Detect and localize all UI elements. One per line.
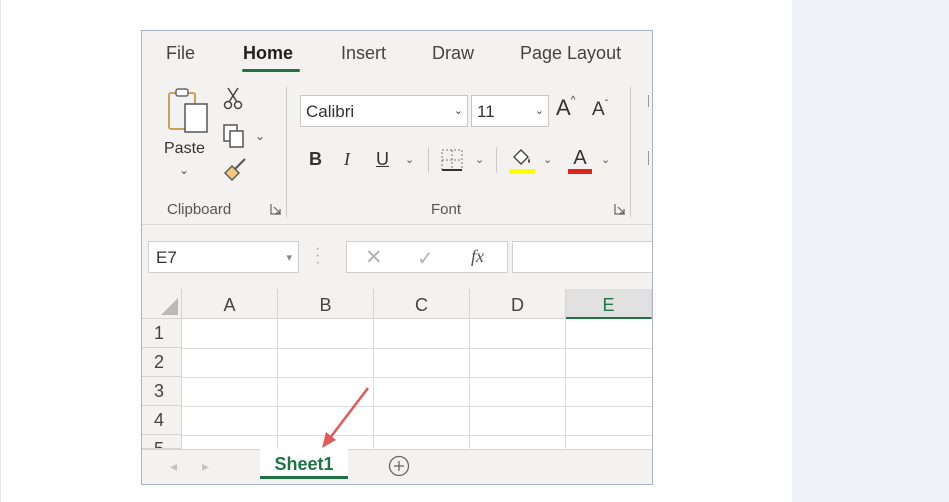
name-box-value: E7 — [156, 248, 177, 267]
group-separator — [286, 87, 287, 217]
side-panel — [792, 0, 949, 502]
paste-chevron-icon[interactable]: ⌄ — [179, 163, 189, 177]
next-sheet-icon[interactable]: ▸ — [202, 458, 209, 475]
row-header[interactable]: 2 — [142, 348, 182, 377]
font-color-icon[interactable]: A — [567, 145, 593, 175]
column-header-selected[interactable]: E — [566, 289, 652, 319]
fill-color-chevron-icon[interactable]: ⌄ — [543, 153, 552, 166]
font-color-chevron-icon[interactable]: ⌄ — [601, 153, 610, 166]
name-box-chevron-icon[interactable]: ▾ — [286, 251, 292, 264]
column-header[interactable]: C — [374, 289, 470, 319]
font-name-select[interactable]: Calibri ⌄ — [300, 95, 468, 127]
increase-font-size-icon[interactable]: A^ — [556, 95, 575, 121]
ribbon-bottom-border — [142, 224, 652, 225]
group-separator — [428, 147, 429, 173]
tab-home[interactable]: Home — [243, 43, 293, 64]
paste-button-label[interactable]: Paste — [164, 140, 205, 158]
formula-input[interactable] — [512, 241, 652, 273]
copy-icon[interactable] — [222, 123, 246, 149]
format-painter-icon[interactable] — [222, 157, 248, 183]
font-dialog-launcher-icon[interactable] — [614, 203, 626, 215]
worksheet-grid[interactable]: A B C D E 1 2 3 4 5 — [142, 289, 652, 449]
page-left-border — [0, 0, 1, 502]
alignment-group-edge — [648, 95, 649, 107]
italic-button[interactable]: I — [344, 149, 350, 170]
grid-line — [469, 319, 470, 449]
clipboard-group-label: Clipboard — [167, 201, 232, 218]
row-header[interactable]: 1 — [142, 319, 182, 348]
sheet-tab-active[interactable]: Sheet1 — [260, 449, 348, 479]
grid-line — [182, 435, 652, 436]
underline-chevron-icon[interactable]: ⌄ — [405, 153, 414, 166]
font-group-label: Font — [431, 201, 462, 218]
fill-color-icon[interactable] — [508, 145, 536, 175]
tab-page-layout[interactable]: Page Layout — [520, 43, 621, 64]
enter-entry-icon[interactable]: ✓ — [417, 246, 434, 271]
font-size-select[interactable]: 11 ⌄ — [471, 95, 549, 127]
active-tab-indicator — [242, 69, 300, 72]
decrease-font-size-icon[interactable]: Aˇ — [592, 99, 608, 121]
cut-icon[interactable] — [222, 86, 244, 110]
grid-line — [182, 348, 652, 349]
copy-chevron-icon[interactable]: ⌄ — [255, 129, 265, 143]
cancel-entry-icon[interactable]: ✕ — [365, 245, 383, 270]
font-name-chevron-icon[interactable]: ⌄ — [454, 104, 463, 117]
sheet-tab-bar: ◂ ▸ Sheet1 — [142, 449, 652, 484]
alignment-group-edge — [648, 151, 649, 165]
excel-window: File Home Insert Draw Page Layout Paste … — [141, 30, 653, 485]
select-all-icon — [161, 298, 178, 315]
name-box[interactable]: E7 ▾ — [148, 241, 299, 273]
paste-icon[interactable] — [166, 87, 212, 135]
column-header[interactable]: B — [278, 289, 374, 319]
group-separator — [496, 147, 497, 173]
formula-bar-buttons: ✕ ✓ fx — [346, 241, 508, 273]
font-size-value: 11 — [477, 102, 495, 121]
grid-line — [373, 319, 374, 449]
group-separator — [630, 87, 631, 217]
add-sheet-icon[interactable] — [388, 455, 410, 477]
grid-line — [565, 319, 566, 449]
svg-text:A: A — [573, 147, 587, 169]
underline-button[interactable]: U — [376, 149, 389, 170]
tab-draw[interactable]: Draw — [432, 43, 474, 64]
row-header[interactable]: 3 — [142, 377, 182, 406]
row-header[interactable]: 5 — [142, 435, 182, 449]
font-size-chevron-icon[interactable]: ⌄ — [535, 104, 544, 117]
formula-bar-grip-icon[interactable]: · · · — [315, 241, 320, 271]
previous-sheet-icon[interactable]: ◂ — [170, 458, 177, 475]
grid-line — [182, 406, 652, 407]
column-header[interactable]: A — [182, 289, 278, 319]
select-all-button[interactable] — [142, 289, 182, 319]
font-name-value: Calibri — [306, 102, 355, 121]
insert-function-button[interactable]: fx — [471, 246, 484, 267]
bold-button[interactable]: B — [309, 149, 322, 170]
grid-line — [277, 319, 278, 449]
clipboard-dialog-launcher-icon[interactable] — [270, 203, 282, 215]
grid-line — [182, 377, 652, 378]
column-header[interactable]: D — [470, 289, 566, 319]
borders-icon[interactable] — [440, 148, 464, 172]
borders-chevron-icon[interactable]: ⌄ — [475, 153, 484, 166]
tab-insert[interactable]: Insert — [341, 43, 386, 64]
tab-file[interactable]: File — [166, 43, 195, 64]
row-header[interactable]: 4 — [142, 406, 182, 435]
